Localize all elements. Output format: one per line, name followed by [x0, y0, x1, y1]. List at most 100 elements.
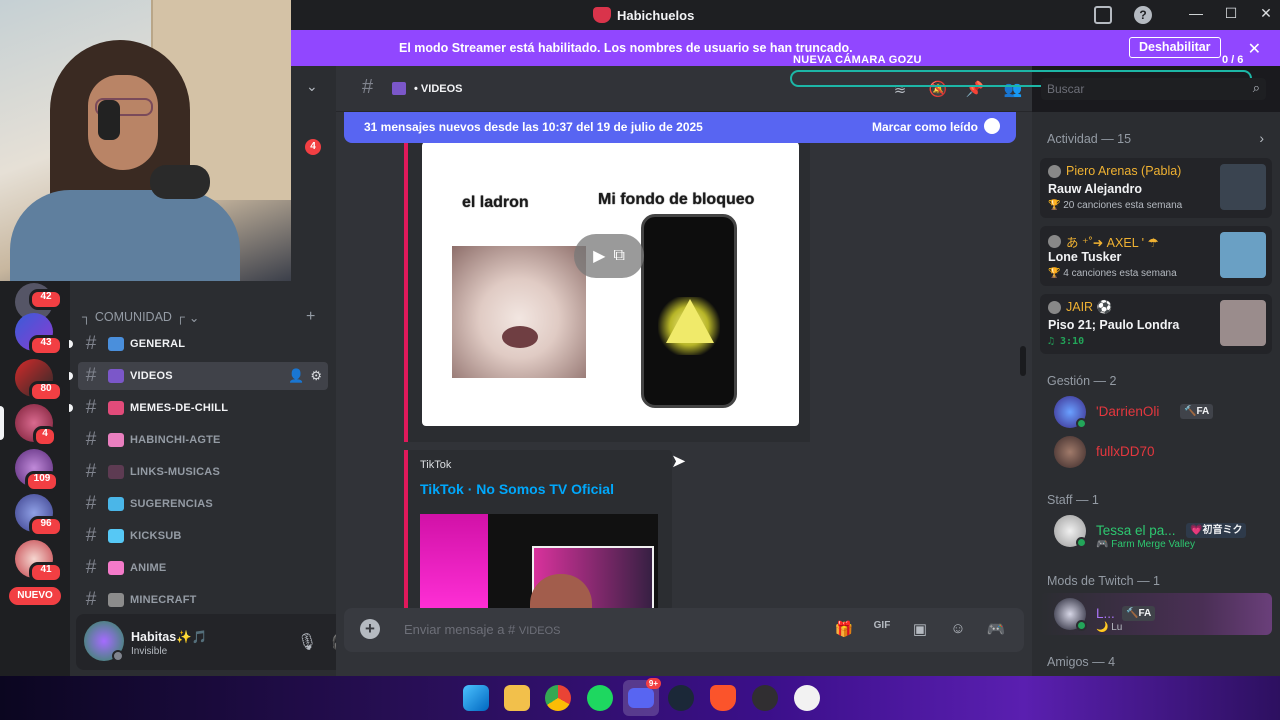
channel-emoji-icon — [108, 337, 124, 351]
channel-habinchi-agte[interactable]: # HABINCHI-AGTE — [78, 426, 328, 454]
channel-name: VIDEOS — [130, 370, 173, 382]
windows-icon[interactable] — [463, 685, 489, 711]
add-attachment-icon[interactable]: + — [360, 619, 380, 639]
streamer-person — [10, 40, 240, 281]
chevron-right-icon[interactable]: › — [1259, 130, 1264, 146]
channel-sugerencias[interactable]: # SUGERENCIAS — [78, 490, 328, 518]
channel-name: MEMES-DE-CHILL — [130, 402, 229, 414]
add-channel-icon[interactable]: + — [306, 308, 315, 326]
user-avatar-icon — [1048, 164, 1061, 178]
member-darrienoli[interactable]: 'DarrienOli 🔨FA — [1054, 396, 1254, 432]
discord-badge: 9+ — [645, 678, 661, 689]
invisible-status-icon — [112, 650, 124, 662]
unread-indicator — [69, 404, 73, 412]
banner-close-icon[interactable]: ✕ — [1248, 39, 1261, 59]
activities-gamepad-icon[interactable]: 🎮 — [986, 620, 1006, 638]
channel-settings-icon[interactable]: ⚙ — [310, 368, 322, 384]
inbox-icon[interactable] — [1094, 6, 1112, 24]
gif-icon[interactable]: GIF — [872, 620, 892, 631]
activity-card[interactable]: JAIR ⚽ Piso 21; Paulo Londra ♫ 3:10 — [1040, 294, 1272, 354]
channel-name: HABINCHI-AGTE — [130, 434, 221, 446]
play-video-button[interactable]: ▶ ⧉ — [574, 234, 644, 278]
embed-thumbnail[interactable] — [420, 514, 658, 610]
file-explorer-icon[interactable] — [504, 685, 530, 711]
user-name[interactable]: Habitas✨🎵 — [131, 630, 207, 645]
activity-card[interactable]: Piero Arenas (Pabla) Rauw Alejandro 🏆 20 c… — [1040, 158, 1272, 218]
channel-hash-icon: # — [85, 557, 97, 578]
chrome-icon[interactable] — [545, 685, 571, 711]
channel-name: ANIME — [130, 562, 167, 574]
server-list: 42 43 80 4 109 96 41 NUEVO — [0, 281, 70, 676]
channel-general[interactable]: # GENERAL — [69, 330, 328, 358]
channel-emoji-icon — [108, 433, 124, 447]
gift-icon[interactable]: 🎁 — [834, 620, 854, 638]
embed-title-link[interactable]: TikTok · No Somos TV Oficial — [420, 481, 614, 497]
message-composer[interactable]: + Enviar mensaje a # VIDEOS 🎁 GIF ▣ ☺ 🎮 — [344, 608, 1024, 652]
camera-overlay-count: 0 / 6 — [1222, 54, 1244, 66]
member-mod-l[interactable]: L... 🔨FA 🌙 Lu — [1054, 598, 1254, 634]
new-messages-bar[interactable]: 31 mensajes nuevos desde las 10:37 del 1… — [344, 112, 1016, 143]
activity-song: Piso 21; Paulo Londra — [1048, 318, 1180, 332]
channel-title: • VIDEOS — [414, 83, 463, 95]
channel-kicksub[interactable]: # KICKSUB — [78, 522, 328, 550]
discord-icon[interactable]: 9+ — [623, 678, 661, 716]
new-servers-badge[interactable]: NUEVO — [9, 587, 61, 605]
obs-icon[interactable] — [752, 685, 778, 711]
activity-user: JAIR ⚽ — [1048, 300, 1112, 315]
category-comunidad[interactable]: ┐ COMUNIDAD ┌ ⌄ — [82, 310, 199, 325]
emoji-icon[interactable]: ☺ — [948, 620, 968, 637]
maximize-button[interactable]: ☐ — [1221, 5, 1241, 22]
album-cover — [1220, 300, 1266, 346]
activity-song: Rauw Alejandro — [1048, 182, 1142, 196]
steam-icon[interactable] — [668, 685, 694, 711]
album-cover — [1220, 232, 1266, 278]
search-box[interactable]: Buscar ⌕ — [1041, 78, 1266, 100]
help-icon[interactable]: ? — [1134, 6, 1152, 24]
mark-as-read-button[interactable]: Marcar como leído — [872, 120, 978, 134]
channel-tools: 👤 ⚙ — [288, 368, 322, 384]
window-title: Habichuelos — [593, 7, 694, 23]
member-tag: 💗初音ミク — [1186, 523, 1247, 538]
group-header-staff: Staff — 1 — [1047, 493, 1099, 507]
minimize-button[interactable]: — — [1186, 5, 1206, 21]
group-header-gestion: Gestión — 2 — [1047, 374, 1117, 388]
channel-minecraft[interactable]: # MINECRAFT — [78, 586, 328, 614]
phone-lockscreen-image — [641, 214, 737, 408]
server-menu-chevron-icon[interactable]: ⌄ — [306, 78, 318, 95]
embed-provider: TikTok — [420, 459, 452, 471]
microphone-icon[interactable]: 🎙 — [296, 632, 318, 652]
channel-videos[interactable]: # VIDEOS 👤 ⚙ — [69, 362, 328, 390]
member-tessa[interactable]: Tessa el pa... 💗初音ミク 🎮 Farm Merge Valley — [1054, 515, 1274, 551]
new-messages-text: 31 mensajes nuevos desde las 10:37 del 1… — [364, 120, 703, 134]
chevron-down-icon: ⌄ — [188, 311, 200, 325]
category-name: COMUNIDAD — [94, 310, 172, 324]
server-mention-badge: 43 — [29, 335, 63, 356]
activity-user-name: JAIR ⚽ — [1066, 300, 1113, 314]
unread-indicator — [69, 340, 73, 348]
lens-icon[interactable] — [794, 685, 820, 711]
channel-memes-de-chill[interactable]: # MEMES-DE-CHILL — [69, 394, 328, 422]
server-mention-badge: 80 — [29, 381, 63, 402]
user-status: Invisible — [131, 646, 168, 657]
member-fullxdd70[interactable]: fullxDD70 — [1054, 436, 1254, 472]
member-name: 'DarrienOli — [1096, 404, 1160, 419]
sticker-icon[interactable]: ▣ — [910, 620, 930, 638]
activity-subtext: 🏆 4 canciones esta semana — [1048, 268, 1177, 279]
brave-icon[interactable] — [710, 685, 736, 711]
scrollbar-thumb[interactable] — [1020, 346, 1026, 376]
channel-anime[interactable]: # ANIME — [78, 554, 328, 582]
webcam-overlay — [0, 0, 291, 281]
server-mention-badge: 96 — [29, 516, 63, 537]
user-avatar-icon — [1048, 301, 1061, 314]
activity-card[interactable]: あ ⁺˚➜ AXEL ' ☂ Lone Tusker 🏆 4 canciones e… — [1040, 226, 1272, 286]
category-suffix: ┌ — [175, 310, 185, 324]
channel-emoji-icon — [108, 497, 124, 511]
close-window-button[interactable]: ✕ — [1256, 5, 1276, 22]
meme-image[interactable]: el ladron Mi fondo de bloqueo ▶ ⧉ — [422, 142, 799, 426]
channel-links-musicas[interactable]: # LINKS-MUSICAS — [78, 458, 328, 486]
sidebar-unread-badge: 4 — [305, 139, 321, 155]
spotify-icon[interactable] — [587, 685, 613, 711]
disable-streamer-button[interactable]: Deshabilitar — [1129, 37, 1221, 58]
invite-icon[interactable]: 👤 — [288, 368, 304, 384]
meme-embed: el ladron Mi fondo de bloqueo ▶ ⧉ — [404, 142, 810, 442]
